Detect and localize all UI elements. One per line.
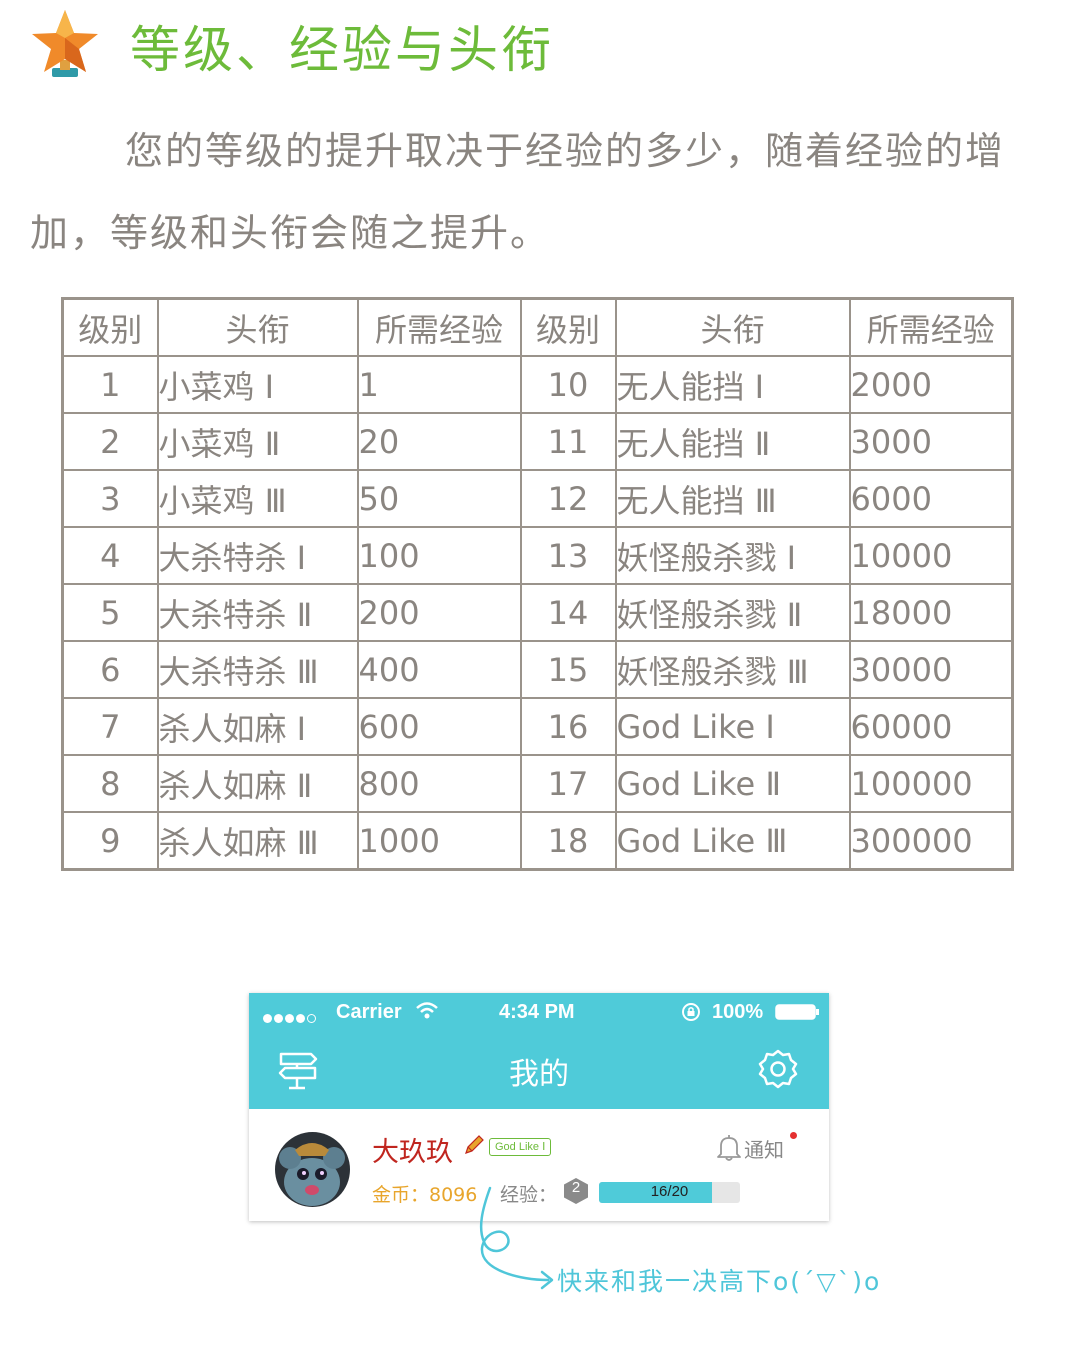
cell-title: God Like Ⅰ [614,697,851,756]
battery-percent: 100% [712,1001,764,1023]
level-table: 级别 头衔 所需经验 级别 头衔 所需经验 1 小菜鸡 Ⅰ 1 10 无人能挡 Ⅰ 200… [61,297,1014,871]
cell-title: 杀人如麻 Ⅰ [156,697,359,756]
cell-title: 妖怪般杀戮 Ⅰ [614,526,851,585]
cell-level: 12 [519,469,617,528]
level-table-wrapper: 级别 头衔 所需经验 级别 头衔 所需经验 1 小菜鸡 Ⅰ 1 10 无人能挡 Ⅰ 200… [61,297,1014,871]
curly-arrow-icon [479,1186,554,1290]
bell-icon[interactable] [716,1134,742,1162]
cell-title: 无人能挡 Ⅱ [614,412,851,471]
cell-level: 17 [519,754,617,813]
cell-title: 无人能挡 Ⅰ [614,355,851,414]
table-row: 5 大杀特杀 Ⅱ 200 14 妖怪般杀戮 Ⅱ 18000 [61,583,1014,642]
cell-title: God Like Ⅲ [614,811,851,871]
cell-title: 杀人如麻 Ⅲ [156,811,359,871]
cell-level: 3 [61,469,159,528]
cell-level: 14 [519,583,617,642]
header-level: 级别 [61,297,159,357]
table-row: 1 小菜鸡 Ⅰ 1 10 无人能挡 Ⅰ 2000 [61,355,1014,414]
cell-exp: 300000 [848,811,1014,871]
signal-icon [263,1006,318,1029]
cell-exp: 600 [356,697,522,756]
status-bar: Carrier 4:34 PM 100% [249,993,829,1031]
cell-level: 18 [519,811,617,871]
rank-badge: God Like Ⅰ [489,1138,552,1156]
rotation-lock-icon [682,1003,700,1021]
table-row: 6 大杀特杀 Ⅲ 400 15 妖怪般杀戮 Ⅲ 30000 [61,640,1014,699]
cell-exp: 800 [356,754,522,813]
table-row: 7 杀人如麻 Ⅰ 600 16 God Like Ⅰ 60000 [61,697,1014,756]
callout-text: 快来和我一决高下o(ˊ▽ˋ)o [557,1267,882,1296]
table-row: 3 小菜鸡 Ⅲ 50 12 无人能挡 Ⅲ 6000 [61,469,1014,528]
exp-progress-bar: 16/20 [599,1182,740,1203]
cell-title: 小菜鸡 Ⅰ [156,355,359,414]
nav-title: 我的 [509,1057,569,1092]
cell-level: 9 [61,811,159,871]
cell-title: 小菜鸡 Ⅲ [156,469,359,528]
app-topbar: Carrier 4:34 PM 100% 我的 [249,993,829,1109]
cell-level: 10 [519,355,617,414]
notify-dot [790,1132,797,1139]
level-number: 2 [571,1179,581,1196]
cell-title: 大杀特杀 Ⅱ [156,583,359,642]
cell-title: 杀人如麻 Ⅱ [156,754,359,813]
cell-title: 无人能挡 Ⅲ [614,469,851,528]
header-level: 级别 [519,297,617,357]
notify-label[interactable]: 通知 [744,1134,784,1163]
cell-level: 6 [61,640,159,699]
header-title: 头衔 [614,297,851,357]
cell-level: 5 [61,583,159,642]
exp-progress-text: 16/20 [650,1183,689,1200]
cell-exp: 200 [356,583,522,642]
star-trophy-icon [32,10,98,77]
cell-title: 妖怪般杀戮 Ⅲ [614,640,851,699]
page-title: 等级、经验与头衔 [130,21,554,79]
cell-level: 4 [61,526,159,585]
cell-level: 13 [519,526,617,585]
table-row: 8 杀人如麻 Ⅱ 800 17 God Like Ⅱ 100000 [61,754,1014,813]
carrier-label: Carrier [336,1001,402,1023]
cell-exp: 100000 [848,754,1014,813]
table-body: 1 小菜鸡 Ⅰ 1 10 无人能挡 Ⅰ 2000 2 小菜鸡 Ⅱ 20 11 无人能挡 Ⅱ 3000 3… [61,355,1014,871]
cell-title: 大杀特杀 Ⅰ [156,526,359,585]
header-exp: 所需经验 [848,297,1014,357]
cell-exp: 2000 [848,355,1014,414]
pencil-icon[interactable] [463,1134,485,1156]
avatar[interactable] [275,1132,350,1207]
gear-icon[interactable] [757,1048,799,1090]
battery-icon [775,1004,819,1020]
cell-level: 7 [61,697,159,756]
header-exp: 所需经验 [356,297,522,357]
cell-exp: 100 [356,526,522,585]
table-row: 9 杀人如麻 Ⅲ 1000 18 God Like Ⅲ 300000 [61,811,1014,871]
table-row: 2 小菜鸡 Ⅱ 20 11 无人能挡 Ⅱ 3000 [61,412,1014,471]
cell-exp: 3000 [848,412,1014,471]
cell-level: 1 [61,355,159,414]
cell-exp: 10000 [848,526,1014,585]
cell-exp: 1 [356,355,522,414]
cell-level: 2 [61,412,159,471]
cell-exp: 6000 [848,469,1014,528]
status-time: 4:34 PM [499,1001,575,1023]
table-row: 4 大杀特杀 Ⅰ 100 13 妖怪般杀戮 Ⅰ 10000 [61,526,1014,585]
cell-exp: 20 [356,412,522,471]
cell-exp: 18000 [848,583,1014,642]
cell-title: 小菜鸡 Ⅱ [156,412,359,471]
header-title: 头衔 [156,297,359,357]
table-header-row: 级别 头衔 所需经验 级别 头衔 所需经验 [61,297,1014,357]
cell-exp: 50 [356,469,522,528]
cell-title: God Like Ⅱ [614,754,851,813]
cell-exp: 30000 [848,640,1014,699]
username: 大玖玖 [372,1137,453,1168]
cell-level: 15 [519,640,617,699]
cell-exp: 60000 [848,697,1014,756]
intro-paragraph: 您的等级的提升取决于经验的多少，随着经验的增加，等级和头衔会随之提升。 [30,129,1006,255]
cell-level: 11 [519,412,617,471]
cell-exp: 1000 [356,811,522,871]
cell-title: 大杀特杀 Ⅲ [156,640,359,699]
wifi-icon [416,1002,438,1019]
cell-title: 妖怪般杀戮 Ⅱ [614,583,851,642]
cell-exp: 400 [356,640,522,699]
cell-level: 8 [61,754,159,813]
cell-level: 16 [519,697,617,756]
